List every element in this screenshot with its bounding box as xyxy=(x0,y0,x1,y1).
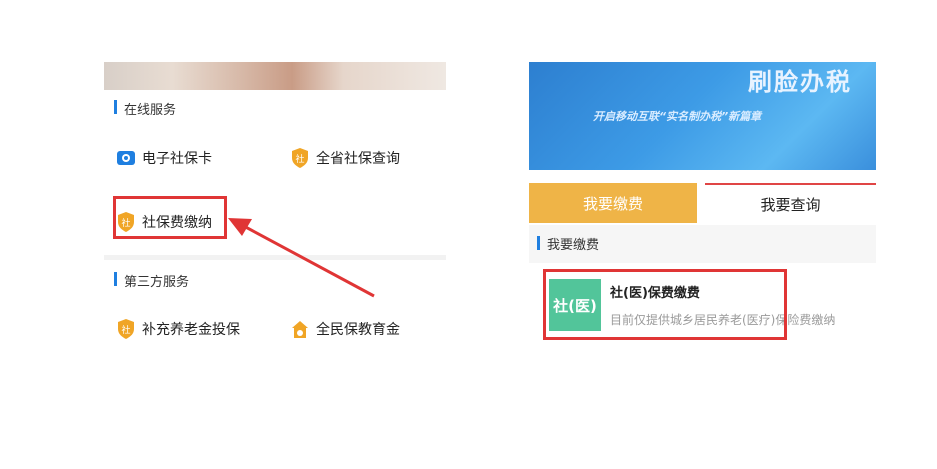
pay-section-title: 我要缴费 xyxy=(547,238,600,253)
pointer-arrow-icon xyxy=(228,218,375,298)
e-social-card-item[interactable]: 电子社保卡 xyxy=(116,148,212,168)
shield-badge-icon: 社 xyxy=(292,148,308,168)
section-marker xyxy=(537,236,540,250)
promo-banner[interactable]: 刷脸办税 开启移动互联“实名制办税”新篇章 xyxy=(529,62,876,170)
province-query-label: 全省社保查询 xyxy=(316,151,400,167)
house-coin-icon xyxy=(292,321,308,338)
tab-pay[interactable]: 我要缴费 xyxy=(529,183,697,223)
shield-badge-icon: 社 xyxy=(118,319,134,339)
banner-title: 刷脸办税 xyxy=(748,68,852,96)
education-fund-item[interactable]: 全民保教育金 xyxy=(290,318,400,340)
education-fund-label: 全民保教育金 xyxy=(316,322,400,338)
section-marker xyxy=(114,272,117,286)
svg-text:社: 社 xyxy=(121,324,130,336)
third-party-heading: 第三方服务 xyxy=(124,275,190,290)
hero-image xyxy=(104,62,446,90)
card-icon xyxy=(117,151,135,165)
section-marker xyxy=(114,100,117,114)
service-highlight-box xyxy=(543,269,787,340)
online-services-heading: 在线服务 xyxy=(124,103,177,118)
highlight-box xyxy=(113,196,227,239)
svg-text:社: 社 xyxy=(295,153,304,165)
supplementary-pension-item[interactable]: 社 补充养老金投保 xyxy=(116,318,240,340)
banner-subtitle: 开启移动互联“实名制办税”新篇章 xyxy=(593,110,762,123)
e-social-card-label: 电子社保卡 xyxy=(142,151,212,167)
supplementary-pension-label: 补充养老金投保 xyxy=(142,322,240,338)
province-query-item[interactable]: 社 全省社保查询 xyxy=(290,147,400,169)
tab-query[interactable]: 我要查询 xyxy=(705,183,876,223)
